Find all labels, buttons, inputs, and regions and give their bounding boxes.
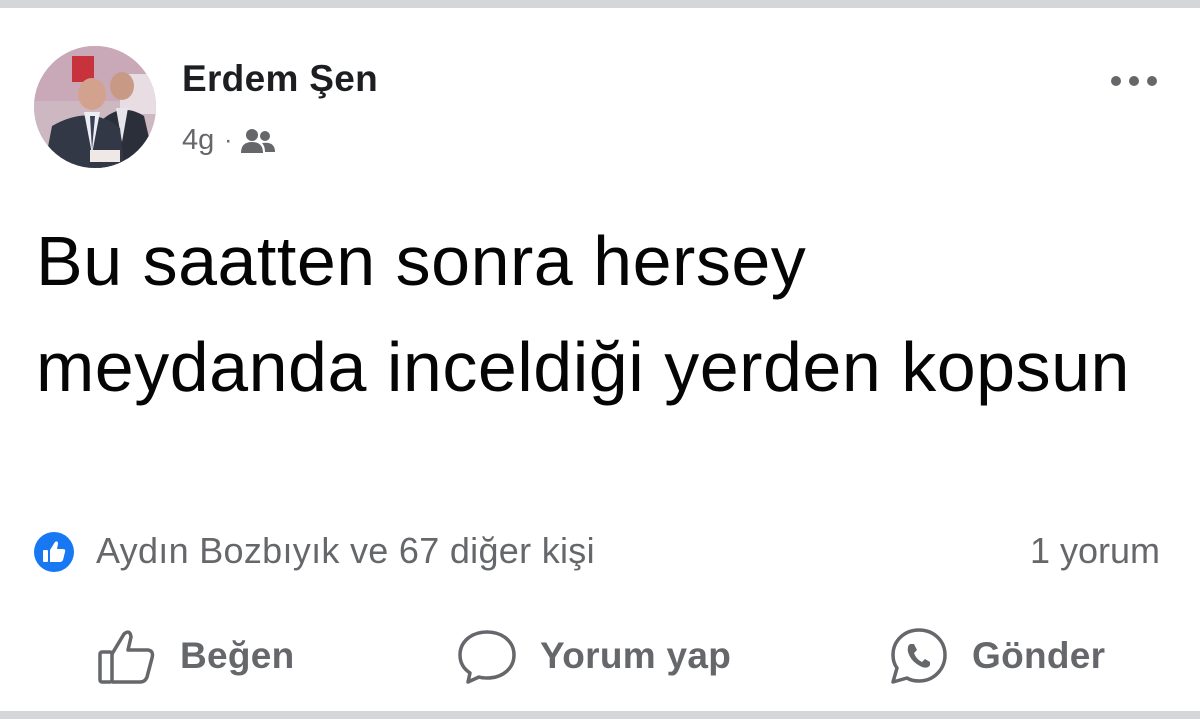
avatar[interactable] (34, 46, 156, 168)
like-label: Beğen (180, 635, 295, 676)
post-text: Bu saatten sonra hersey meydanda inceldi… (36, 222, 1130, 406)
comment-label: Yorum yap (540, 635, 732, 676)
avatar-photo (34, 46, 156, 168)
more-options-button[interactable] (1106, 66, 1162, 96)
comments-count[interactable]: 1 yorum (1030, 530, 1160, 572)
author-name[interactable]: Erdem Şen (182, 58, 378, 100)
post-meta: 4g · (182, 124, 276, 157)
send-button[interactable]: Gönder (888, 626, 1105, 686)
send-label: Gönder (972, 635, 1106, 676)
comment-bubble-icon (458, 630, 516, 684)
friends-icon[interactable] (240, 127, 276, 155)
post-card: Erdem Şen 4g · Bu saatten sonra hersey m… (0, 8, 1200, 711)
thumbs-up-icon (98, 630, 155, 684)
comment-button[interactable]: Yorum yap (456, 626, 731, 686)
post-time[interactable]: 4g (182, 124, 214, 157)
like-button[interactable]: Beğen (96, 626, 295, 686)
reactions-summary[interactable]: Aydın Bozbıyık ve 67 diğer kişi (96, 530, 595, 572)
more-dots-icon (1111, 76, 1157, 86)
meta-separator: · (224, 126, 233, 154)
whatsapp-icon (891, 628, 947, 684)
like-badge-icon (34, 532, 74, 572)
